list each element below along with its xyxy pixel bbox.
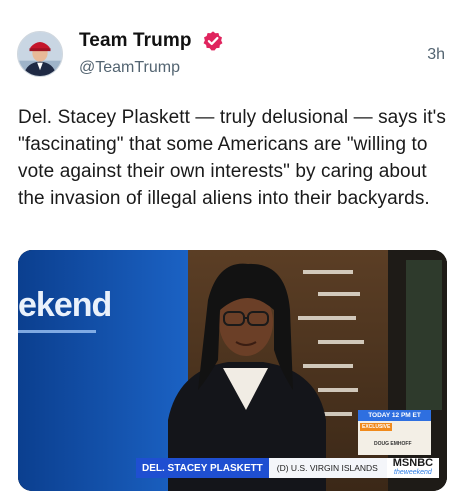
promo-body: EXCLUSIVE DOUG EMHOFF — [358, 421, 431, 455]
display-name[interactable]: Team Trump — [79, 30, 192, 52]
lower-third: DEL. STACEY PLASKETT (D) U.S. VIRGIN ISL… — [136, 457, 440, 478]
lower-third-name: DEL. STACEY PLASKETT — [136, 458, 269, 478]
network-tag: theweekend — [394, 469, 432, 476]
video-thumbnail[interactable]: ekend TODAY 12 PM ET EXCLUSIVE DOUG EMHO… — [18, 250, 447, 491]
network-logo: MSNBC theweekend — [386, 457, 440, 478]
handle[interactable]: @TeamTrump — [79, 59, 180, 77]
network-name: MSNBC — [392, 457, 434, 469]
promo-badge: EXCLUSIVE — [360, 423, 393, 431]
promo-guest: DOUG EMHOFF — [374, 441, 412, 447]
post: Team Trump @TeamTrump 3h Del. Stacey Pla… — [0, 0, 465, 500]
timestamp[interactable]: 3h — [427, 46, 445, 64]
post-body: Del. Stacey Plaskett — truly delusional … — [18, 107, 446, 209]
lower-third-subtitle: (D) U.S. VIRGIN ISLANDS — [268, 458, 387, 478]
background-wordmark: ekend — [18, 286, 112, 324]
promo-card: TODAY 12 PM ET EXCLUSIVE DOUG EMHOFF — [358, 410, 431, 456]
verified-badge-icon — [203, 31, 223, 51]
avatar-portrait — [18, 32, 62, 76]
avatar[interactable] — [17, 31, 63, 77]
promo-header: TODAY 12 PM ET — [358, 410, 431, 421]
